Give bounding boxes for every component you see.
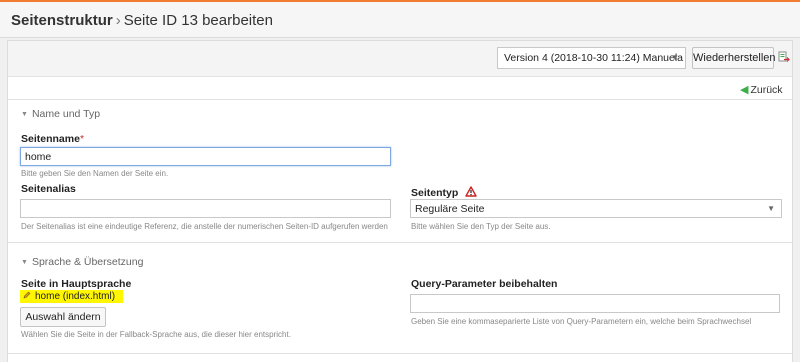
version-toolbar: Version 4 (2018-10-30 11:24) Manuela ▼ W… [8,41,792,77]
page-type-label: Seitentyp [411,185,477,199]
change-selection-button[interactable]: Auswahl ändern [20,307,106,327]
arrow-left-icon: ◀ [740,84,749,96]
version-select-value: Version 4 (2018-10-30 11:24) Manuela [504,52,684,64]
breadcrumb-separator: › [115,12,121,29]
triangle-down-icon: ▼ [21,111,28,118]
main-language-label: Seite in Hauptsprache [21,278,132,290]
page-type-select[interactable]: Reguläre Seite ▼ [410,199,782,218]
required-marker: * [79,133,85,145]
back-link[interactable]: ◀ Zurück [740,83,783,96]
version-select[interactable]: Version 4 (2018-10-30 11:24) Manuela ▼ [497,47,686,69]
fallback-hint: Wählen Sie die Seite in der Fallback-Spr… [21,330,291,339]
page-name-label: Seitenname* [21,133,84,145]
export-icon[interactable] [778,51,790,63]
divider [8,242,792,243]
page-type-label-text: Seitentyp [411,187,459,199]
warning-icon [465,186,477,197]
breadcrumb: Seitenstruktur › Seite ID 13 bearbeiten [11,12,273,29]
breadcrumb-current: Seite ID 13 bearbeiten [123,12,273,29]
query-params-label: Query-Parameter beibehalten [411,278,558,290]
page-type-hint: Bitte wählen Sie den Typ der Seite aus. [411,222,551,231]
edit-panel: Version 4 (2018-10-30 11:24) Manuela ▼ W… [7,40,793,362]
page-name-label-text: Seitenname [21,133,80,145]
chevron-down-icon: ▼ [767,204,775,213]
page-alias-label: Seitenalias [21,183,76,195]
restore-button[interactable]: Wiederherstellen [692,47,776,69]
page-type-value: Reguläre Seite [415,203,485,215]
page-header: Seitenstruktur › Seite ID 13 bearbeiten [0,2,800,38]
divider [8,353,792,354]
section-title-name-type: Name und Typ [31,108,101,120]
pencil-icon [23,291,31,299]
section-toggle-language[interactable]: ▼ Sprache & Übersetzung [21,256,143,268]
main-language-page-text: home (index.html) [35,291,116,302]
breadcrumb-root[interactable]: Seitenstruktur [11,12,113,29]
page-alias-hint: Der Seitenalias ist eine eindeutige Refe… [21,222,388,231]
section-toggle-name-type[interactable]: ▼ Name und Typ [21,108,100,120]
main-language-page-link[interactable]: home (index.html) [23,291,115,302]
page-alias-input[interactable] [20,199,391,218]
divider [8,99,792,100]
back-link-label: Zurück [750,84,783,96]
page-name-hint: Bitte geben Sie den Namen der Seite ein. [21,169,169,178]
page-name-input[interactable]: home [20,147,391,166]
section-title-language: Sprache & Übersetzung [31,256,144,268]
query-params-input[interactable] [410,294,780,313]
triangle-down-icon: ▼ [21,259,28,266]
chevron-down-icon: ▼ [671,53,679,62]
query-params-hint: Geben Sie eine kommaseparierte Liste von… [411,317,752,326]
